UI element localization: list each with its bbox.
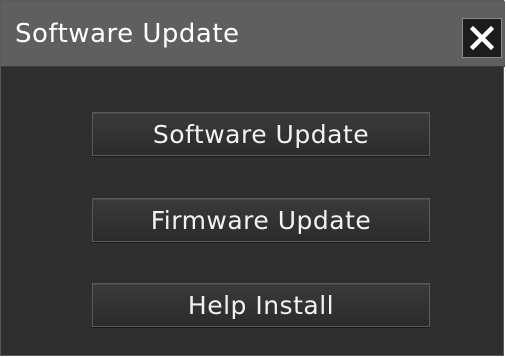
software-update-dialog: Software Update Software Update Firmware… bbox=[0, 0, 505, 356]
dialog-body: Software Update Firmware Update Help Ins… bbox=[9, 67, 499, 351]
close-icon bbox=[470, 26, 494, 50]
software-update-button[interactable]: Software Update bbox=[92, 112, 430, 156]
help-install-button[interactable]: Help Install bbox=[92, 283, 430, 327]
dialog-title: Software Update bbox=[15, 19, 240, 49]
close-button[interactable] bbox=[462, 18, 502, 58]
title-bar[interactable]: Software Update bbox=[1, 1, 505, 67]
firmware-update-button[interactable]: Firmware Update bbox=[92, 198, 430, 242]
